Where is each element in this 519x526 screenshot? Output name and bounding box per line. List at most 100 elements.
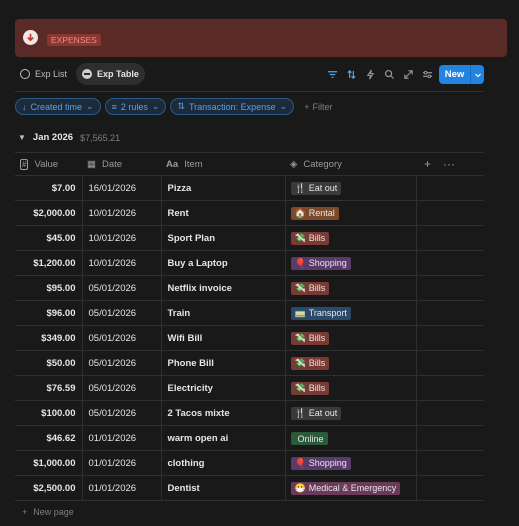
category-cell[interactable]: 💸 Bills (285, 375, 417, 401)
table-row[interactable]: $1,000.00 01/01/2026 clothing 🎈 Shopping (15, 450, 484, 476)
date-cell[interactable]: 01/01/2026 (82, 475, 162, 501)
value-cell[interactable]: $1,200.00 (15, 250, 83, 276)
item-cell[interactable]: warm open ai (161, 425, 286, 451)
value-cell[interactable]: $76.59 (15, 375, 83, 401)
category-cell[interactable]: 😷 Medical & Emergency (285, 475, 417, 501)
expand-icon[interactable] (400, 66, 417, 83)
table-row[interactable]: $50.00 05/01/2026 Phone Bill 💸 Bills (15, 350, 484, 376)
table-row[interactable]: $2,500.00 01/01/2026 Dentist 😷 Medical & Eme… (15, 475, 484, 501)
column-value[interactable]: # Value (15, 152, 82, 176)
category-cell[interactable]: 🍴 Eat out (285, 400, 417, 426)
value-cell[interactable]: $46.62 (15, 425, 83, 451)
add-column-icon[interactable]: + (424, 157, 431, 171)
category-cell[interactable]: 🎈 Shopping (285, 250, 417, 276)
table-row[interactable]: $2,000.00 10/01/2026 Rent 🏠 Rental (15, 200, 484, 226)
created-time-chip[interactable]: ↓ Created time ⌄ (15, 98, 101, 115)
value-cell[interactable]: $95.00 (15, 275, 83, 301)
add-filter-button[interactable]: + Filter (304, 102, 332, 112)
new-page-button[interactable]: + New page (22, 507, 74, 517)
category-cell[interactable]: Online (285, 425, 417, 451)
date-cell[interactable]: 05/01/2026 (82, 325, 162, 351)
group-header[interactable]: ▼ Jan 2026 $7,565.21 (18, 132, 120, 143)
table-row[interactable]: $46.62 01/01/2026 warm open ai Online (15, 425, 484, 451)
category-cell[interactable]: 💸 Bills (285, 350, 417, 376)
tab-exp-table[interactable]: Exp Table (76, 63, 145, 85)
view-tabs: Exp List Exp Table (14, 63, 145, 85)
search-icon[interactable] (381, 66, 398, 83)
table-row[interactable]: $7.00 16/01/2026 Pizza 🍴 Eat out (15, 175, 484, 201)
empty-cell (416, 425, 484, 451)
table-row[interactable]: $76.59 05/01/2026 Electricity 💸 Bills (15, 375, 484, 401)
item-cell[interactable]: Dentist (161, 475, 286, 501)
rules-chip[interactable]: ≡ 2 rules ⌄ (104, 98, 167, 115)
value-cell[interactable]: $100.00 (15, 400, 83, 426)
item-cell[interactable]: Rent (161, 200, 286, 226)
table-header: # Value ▦ Date Aa Item ◈ Category + ··· (15, 152, 484, 176)
date-cell[interactable]: 01/01/2026 (82, 450, 162, 476)
column-category[interactable]: ◈ Category (285, 152, 416, 176)
table-row[interactable]: $96.00 05/01/2026 Train 🚃 Transport (15, 300, 484, 326)
date-cell[interactable]: 05/01/2026 (82, 400, 162, 426)
lightning-icon[interactable] (362, 66, 379, 83)
value-cell[interactable]: $50.00 (15, 350, 83, 376)
column-date[interactable]: ▦ Date (82, 152, 161, 176)
category-tag: Online (290, 432, 328, 446)
category-cell[interactable]: 🎈 Shopping (285, 450, 417, 476)
item-cell[interactable]: Electricity (161, 375, 286, 401)
table-row[interactable]: $100.00 05/01/2026 2 Tacos mixte 🍴 Eat out (15, 400, 484, 426)
category-emoji-icon: 💸 (294, 332, 306, 343)
category-cell[interactable]: 🍴 Eat out (285, 175, 417, 201)
category-cell[interactable]: 💸 Bills (285, 275, 417, 301)
date-cell[interactable]: 05/01/2026 (82, 350, 162, 376)
item-cell[interactable]: Train (161, 300, 286, 326)
item-cell[interactable]: clothing (161, 450, 286, 476)
chip-label: Transaction: Expense (188, 101, 276, 112)
item-cell[interactable]: Buy a Laptop (161, 250, 286, 276)
category-cell[interactable]: 💸 Bills (285, 325, 417, 351)
value-cell[interactable]: $7.00 (15, 175, 83, 201)
category-cell[interactable]: 🚃 Transport (285, 300, 417, 326)
value-cell[interactable]: $96.00 (15, 300, 83, 326)
filter-icon[interactable] (324, 66, 341, 83)
item-cell[interactable]: Wifi Bill (161, 325, 286, 351)
sort-icon[interactable] (343, 66, 360, 83)
value-cell[interactable]: $2,500.00 (15, 475, 83, 501)
tab-exp-list[interactable]: Exp List (14, 63, 73, 85)
category-label: Bills (308, 283, 326, 293)
item-cell[interactable]: Sport Plan (161, 225, 286, 251)
more-icon[interactable]: ··· (443, 157, 455, 171)
category-emoji-icon: 💸 (294, 382, 306, 393)
empty-cell (416, 325, 484, 351)
transaction-chip[interactable]: ⇅ Transaction: Expense ⌄ (170, 98, 295, 115)
item-cell[interactable]: Phone Bill (161, 350, 286, 376)
category-cell[interactable]: 🏠 Rental (285, 200, 417, 226)
column-item[interactable]: Aa Item (161, 152, 285, 176)
date-cell[interactable]: 10/01/2026 (82, 250, 162, 276)
table-row[interactable]: $349.00 05/01/2026 Wifi Bill 💸 Bills (15, 325, 484, 351)
item-cell[interactable]: 2 Tacos mixte (161, 400, 286, 426)
value-cell[interactable]: $1,000.00 (15, 450, 83, 476)
value-cell[interactable]: $349.00 (15, 325, 83, 351)
date-cell[interactable]: 10/01/2026 (82, 225, 162, 251)
table-row[interactable]: $45.00 10/01/2026 Sport Plan 💸 Bills (15, 225, 484, 251)
date-cell[interactable]: 01/01/2026 (82, 425, 162, 451)
category-tag: 🎈 Shopping (290, 256, 351, 270)
item-cell[interactable]: Netflix invoice (161, 275, 286, 301)
expenses-banner: EXPENSES (15, 19, 507, 57)
date-cell[interactable]: 10/01/2026 (82, 200, 162, 226)
date-cell[interactable]: 05/01/2026 (82, 275, 162, 301)
date-cell[interactable]: 05/01/2026 (82, 375, 162, 401)
calendar-icon: ▦ (87, 158, 96, 170)
date-cell[interactable]: 05/01/2026 (82, 300, 162, 326)
date-cell[interactable]: 16/01/2026 (82, 175, 162, 201)
table-row[interactable]: $1,200.00 10/01/2026 Buy a Laptop 🎈 Shopping (15, 250, 484, 276)
table-row[interactable]: $95.00 05/01/2026 Netflix invoice 💸 Bills (15, 275, 484, 301)
chevron-down-icon: ⌄ (86, 101, 94, 111)
value-cell[interactable]: $2,000.00 (15, 200, 83, 226)
settings-icon[interactable] (419, 66, 436, 83)
item-cell[interactable]: Pizza (161, 175, 286, 201)
new-button[interactable]: New (439, 65, 470, 84)
value-cell[interactable]: $45.00 (15, 225, 83, 251)
new-dropdown-button[interactable] (470, 65, 484, 84)
category-cell[interactable]: 💸 Bills (285, 225, 417, 251)
